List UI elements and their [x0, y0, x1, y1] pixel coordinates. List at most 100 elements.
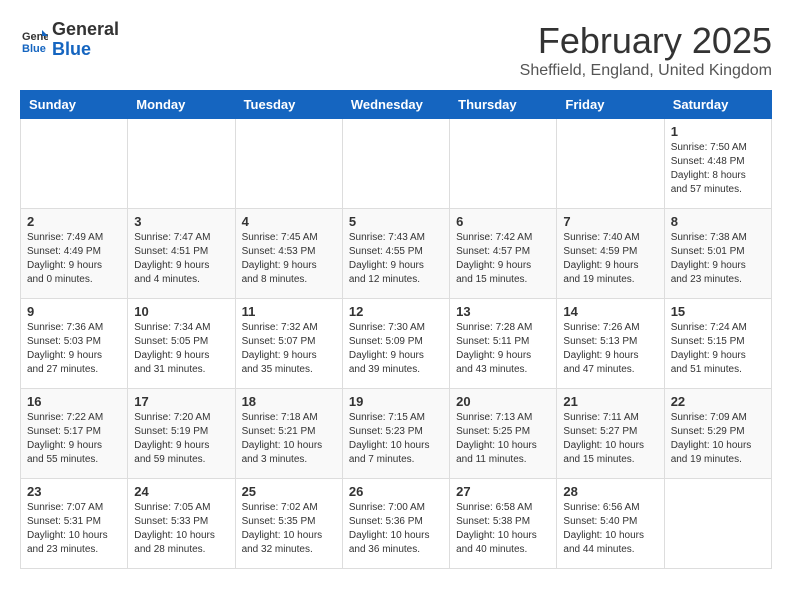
column-header-saturday: Saturday — [664, 91, 771, 119]
calendar-table: SundayMondayTuesdayWednesdayThursdayFrid… — [20, 90, 772, 569]
day-number: 14 — [563, 304, 657, 319]
day-info: Sunrise: 7:24 AM Sunset: 5:15 PM Dayligh… — [671, 321, 765, 377]
day-info: Sunrise: 7:09 AM Sunset: 5:29 PM Dayligh… — [671, 411, 765, 467]
day-number: 9 — [27, 304, 121, 319]
day-info: Sunrise: 7:47 AM Sunset: 4:51 PM Dayligh… — [134, 231, 228, 287]
day-number: 6 — [456, 214, 550, 229]
day-info: Sunrise: 7:05 AM Sunset: 5:33 PM Dayligh… — [134, 501, 228, 557]
week-row-5: 23 Sunrise: 7:07 AM Sunset: 5:31 PM Dayli… — [21, 479, 772, 569]
day-cell: 6 Sunrise: 7:42 AM Sunset: 4:57 PM Daylig… — [450, 209, 557, 299]
day-cell: 3Sunrise: 7:47 AM Sunset: 4:51 PM Daylig… — [128, 209, 235, 299]
day-info: Sunrise: 7:43 AM Sunset: 4:55 PM Dayligh… — [349, 231, 443, 287]
day-cell: 11 Sunrise: 7:32 AM Sunset: 5:07 PM Dayli… — [235, 299, 342, 389]
day-cell — [557, 119, 664, 209]
day-cell: 13 Sunrise: 7:28 AM Sunset: 5:11 PM Dayli… — [450, 299, 557, 389]
day-cell: 10 Sunrise: 7:34 AM Sunset: 5:05 PM Dayli… — [128, 299, 235, 389]
day-number: 4 — [242, 214, 336, 229]
column-header-thursday: Thursday — [450, 91, 557, 119]
column-header-sunday: Sunday — [21, 91, 128, 119]
day-number: 23 — [27, 484, 121, 499]
day-cell: 25 Sunrise: 7:02 AM Sunset: 5:35 PM Dayli… — [235, 479, 342, 569]
day-info: Sunrise: 7:11 AM Sunset: 5:27 PM Dayligh… — [563, 411, 657, 467]
day-number: 25 — [242, 484, 336, 499]
logo-general-text: General — [52, 19, 119, 39]
day-cell: 1 Sunrise: 7:50 AM Sunset: 4:48 PM Daylig… — [664, 119, 771, 209]
week-row-4: 16 Sunrise: 7:22 AM Sunset: 5:17 PM Dayli… — [21, 389, 772, 479]
day-number: 28 — [563, 484, 657, 499]
day-cell: 17 Sunrise: 7:20 AM Sunset: 5:19 PM Dayli… — [128, 389, 235, 479]
day-cell: 19Sunrise: 7:15 AM Sunset: 5:23 PM Dayli… — [342, 389, 449, 479]
title-block: February 2025 Sheffield, England, United… — [520, 20, 772, 80]
day-info: Sunrise: 7:28 AM Sunset: 5:11 PM Dayligh… — [456, 321, 550, 377]
day-cell: 18 Sunrise: 7:18 AM Sunset: 5:21 PM Dayli… — [235, 389, 342, 479]
day-info: Sunrise: 7:32 AM Sunset: 5:07 PM Dayligh… — [242, 321, 336, 377]
day-info: Sunrise: 7:34 AM Sunset: 5:05 PM Dayligh… — [134, 321, 228, 377]
day-number: 17 — [134, 394, 228, 409]
day-cell: 9 Sunrise: 7:36 AM Sunset: 5:03 PM Daylig… — [21, 299, 128, 389]
day-cell: 5 Sunrise: 7:43 AM Sunset: 4:55 PM Daylig… — [342, 209, 449, 299]
day-info: Sunrise: 7:42 AM Sunset: 4:57 PM Dayligh… — [456, 231, 550, 287]
day-number: 22 — [671, 394, 765, 409]
month-title: February 2025 — [520, 20, 772, 62]
calendar-header-row: SundayMondayTuesdayWednesdayThursdayFrid… — [21, 91, 772, 119]
column-header-monday: Monday — [128, 91, 235, 119]
day-number: 1 — [671, 124, 765, 139]
day-number: 11 — [242, 304, 336, 319]
day-cell: 21Sunrise: 7:11 AM Sunset: 5:27 PM Dayli… — [557, 389, 664, 479]
week-row-1: 1 Sunrise: 7:50 AM Sunset: 4:48 PM Daylig… — [21, 119, 772, 209]
location: Sheffield, England, United Kingdom — [520, 62, 772, 80]
day-info: Sunrise: 7:26 AM Sunset: 5:13 PM Dayligh… — [563, 321, 657, 377]
day-number: 27 — [456, 484, 550, 499]
page-header: General Blue General Blue February 2025 … — [20, 20, 772, 80]
column-header-friday: Friday — [557, 91, 664, 119]
day-number: 20 — [456, 394, 550, 409]
day-cell: 20 Sunrise: 7:13 AM Sunset: 5:25 PM Dayli… — [450, 389, 557, 479]
day-info: Sunrise: 7:38 AM Sunset: 5:01 PM Dayligh… — [671, 231, 765, 287]
day-number: 16 — [27, 394, 121, 409]
day-number: 12 — [349, 304, 443, 319]
day-info: Sunrise: 7:49 AM Sunset: 4:49 PM Dayligh… — [27, 231, 121, 287]
day-cell: 2Sunrise: 7:49 AM Sunset: 4:49 PM Daylig… — [21, 209, 128, 299]
day-cell — [664, 479, 771, 569]
day-cell: 12 Sunrise: 7:30 AM Sunset: 5:09 PM Dayli… — [342, 299, 449, 389]
day-info: Sunrise: 7:40 AM Sunset: 4:59 PM Dayligh… — [563, 231, 657, 287]
day-cell — [128, 119, 235, 209]
day-number: 5 — [349, 214, 443, 229]
day-info: Sunrise: 7:13 AM Sunset: 5:25 PM Dayligh… — [456, 411, 550, 467]
day-info: Sunrise: 7:36 AM Sunset: 5:03 PM Dayligh… — [27, 321, 121, 377]
day-cell: 27 Sunrise: 6:58 AM Sunset: 5:38 PM Dayli… — [450, 479, 557, 569]
day-info: Sunrise: 7:20 AM Sunset: 5:19 PM Dayligh… — [134, 411, 228, 467]
day-cell — [21, 119, 128, 209]
logo-icon: General Blue — [20, 26, 48, 54]
day-info: Sunrise: 7:02 AM Sunset: 5:35 PM Dayligh… — [242, 501, 336, 557]
day-number: 10 — [134, 304, 228, 319]
day-info: Sunrise: 7:22 AM Sunset: 5:17 PM Dayligh… — [27, 411, 121, 467]
day-number: 8 — [671, 214, 765, 229]
logo: General Blue General Blue — [20, 20, 119, 60]
day-info: Sunrise: 7:30 AM Sunset: 5:09 PM Dayligh… — [349, 321, 443, 377]
day-cell — [235, 119, 342, 209]
day-cell: 22 Sunrise: 7:09 AM Sunset: 5:29 PM Dayli… — [664, 389, 771, 479]
day-number: 7 — [563, 214, 657, 229]
day-number: 24 — [134, 484, 228, 499]
day-info: Sunrise: 7:00 AM Sunset: 5:36 PM Dayligh… — [349, 501, 443, 557]
day-number: 19 — [349, 394, 443, 409]
day-number: 26 — [349, 484, 443, 499]
day-info: Sunrise: 6:58 AM Sunset: 5:38 PM Dayligh… — [456, 501, 550, 557]
day-cell: 28Sunrise: 6:56 AM Sunset: 5:40 PM Dayli… — [557, 479, 664, 569]
day-cell: 7 Sunrise: 7:40 AM Sunset: 4:59 PM Daylig… — [557, 209, 664, 299]
day-cell — [342, 119, 449, 209]
svg-text:Blue: Blue — [22, 43, 46, 54]
day-number: 18 — [242, 394, 336, 409]
week-row-3: 9 Sunrise: 7:36 AM Sunset: 5:03 PM Daylig… — [21, 299, 772, 389]
day-cell: 4Sunrise: 7:45 AM Sunset: 4:53 PM Daylig… — [235, 209, 342, 299]
day-info: Sunrise: 7:07 AM Sunset: 5:31 PM Dayligh… — [27, 501, 121, 557]
column-header-tuesday: Tuesday — [235, 91, 342, 119]
day-info: Sunrise: 7:18 AM Sunset: 5:21 PM Dayligh… — [242, 411, 336, 467]
day-cell: 23 Sunrise: 7:07 AM Sunset: 5:31 PM Dayli… — [21, 479, 128, 569]
logo-blue-text: Blue — [52, 39, 91, 59]
day-cell: 8 Sunrise: 7:38 AM Sunset: 5:01 PM Daylig… — [664, 209, 771, 299]
day-number: 13 — [456, 304, 550, 319]
day-info: Sunrise: 7:50 AM Sunset: 4:48 PM Dayligh… — [671, 141, 765, 197]
day-cell: 24 Sunrise: 7:05 AM Sunset: 5:33 PM Dayli… — [128, 479, 235, 569]
